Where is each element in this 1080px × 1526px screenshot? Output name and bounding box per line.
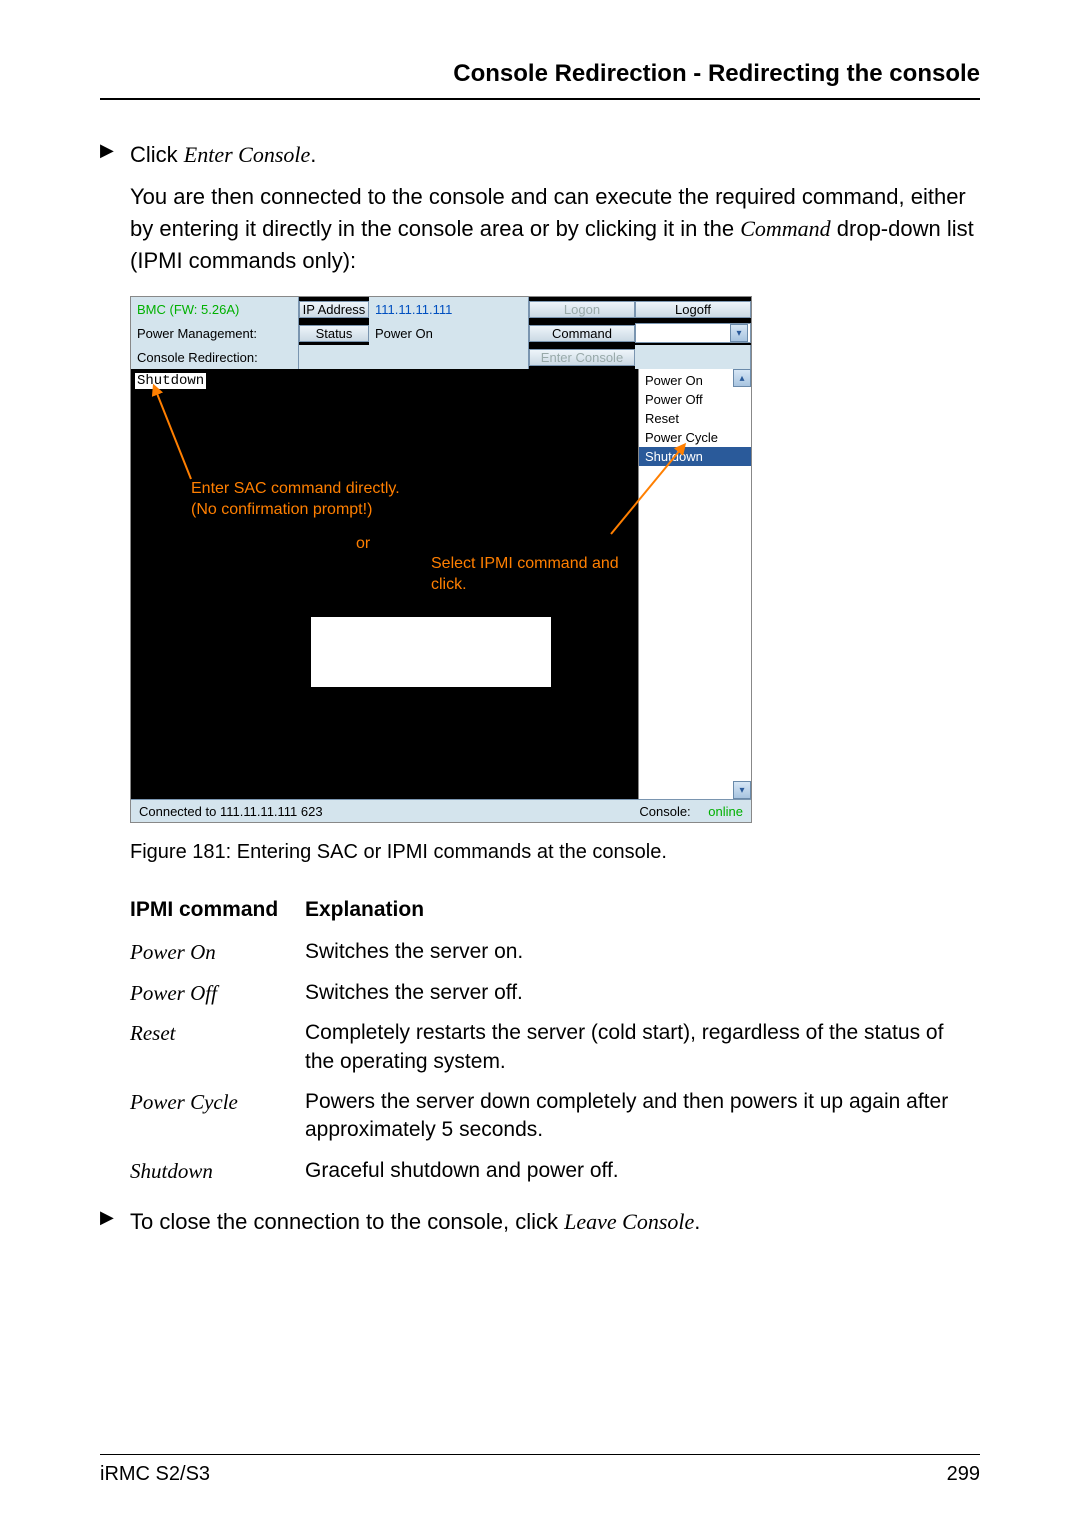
annotation-or: or [356, 534, 370, 555]
table-row: Power OffSwitches the server off. [130, 973, 980, 1013]
table-row: Power OnSwitches the server on. [130, 932, 980, 972]
exp-cell: Completely restarts the server (cold sta… [305, 1013, 980, 1082]
table-row: Power CyclePowers the server down comple… [130, 1082, 980, 1151]
action-name: Enter Console [184, 142, 311, 167]
power-mgmt-label: Power Management: [131, 321, 299, 345]
annot-line: click. [431, 575, 619, 596]
table-row: ShutdownGraceful shutdown and power off. [130, 1151, 980, 1191]
console-screenshot: BMC (FW: 5.26A) IP Address 111.11.11.111… [130, 296, 752, 823]
exp-cell: Graceful shutdown and power off. [305, 1151, 980, 1191]
close-action: Leave Console [564, 1209, 694, 1234]
bmc-fw-label: BMC (FW: 5.26A) [131, 297, 299, 321]
annotation-sac: Enter SAC command directly. (No confirma… [191, 479, 400, 521]
blank-cell-2 [635, 345, 751, 369]
table-header-exp: Explanation [305, 894, 980, 932]
exp-cell: Switches the server on. [305, 932, 980, 972]
close-text: To close the connection to the console, … [130, 1209, 564, 1234]
cmd-cell: Power Off [130, 973, 305, 1013]
table-row: ResetCompletely restarts the server (col… [130, 1013, 980, 1082]
console-area[interactable]: Shutdown ▴ Power On Power Off Reset Powe… [131, 369, 751, 799]
annot-line: Select IPMI command and [431, 554, 619, 575]
status-label: Status [299, 325, 369, 342]
step-text: Click [130, 142, 184, 167]
cmd-cell: Power On [130, 932, 305, 972]
step-suffix: . [310, 142, 316, 167]
status-connection: Connected to 111.11.11.111 623 [139, 804, 323, 819]
exp-cell: Switches the server off. [305, 973, 980, 1013]
connected-paragraph: You are then connected to the console an… [130, 181, 980, 277]
cmd-cell: Reset [130, 1013, 305, 1082]
ipmi-table: IPMI command Explanation Power OnSwitche… [130, 894, 980, 1190]
cmd-cell: Shutdown [130, 1151, 305, 1191]
cmd-cell: Power Cycle [130, 1082, 305, 1151]
command-label: Command [529, 325, 635, 342]
step-close-console: ▶ To close the connection to the console… [100, 1207, 980, 1238]
page-title: Console Redirection - Redirecting the co… [100, 60, 980, 100]
figure-caption: Figure 181: Entering SAC or IPMI command… [130, 841, 980, 864]
logon-button[interactable]: Logon [529, 301, 635, 318]
blank-cell [299, 345, 529, 369]
status-console-label: Console: [639, 804, 690, 819]
console-redir-label: Console Redirection: [131, 345, 299, 369]
exp-cell: Powers the server down completely and th… [305, 1082, 980, 1151]
logoff-button[interactable]: Logoff [635, 301, 751, 318]
ip-address-value: 111.11.11.111 [369, 297, 529, 321]
status-value: Power On [369, 321, 529, 345]
table-header-cmd: IPMI command [130, 894, 305, 932]
enter-console-button[interactable]: Enter Console [529, 349, 635, 366]
close-suffix: . [694, 1209, 700, 1234]
para-b: Command [740, 216, 830, 241]
annotation-ipmi: Select IPMI command and click. [431, 554, 619, 596]
annot-line: (No confirmation prompt!) [191, 500, 400, 521]
footer-product: iRMC S2/S3 [100, 1463, 210, 1486]
tooltip-box [311, 617, 551, 687]
footer-page-number: 299 [947, 1463, 980, 1486]
ip-address-label: IP Address [299, 301, 369, 318]
annot-line: Enter SAC command directly. [191, 479, 400, 500]
bullet-icon: ▶ [100, 140, 130, 171]
status-bar: Connected to 111.11.11.111 623 Console: … [131, 799, 751, 822]
status-console-value: online [708, 804, 743, 819]
page-footer: iRMC S2/S3 299 [100, 1454, 980, 1486]
step-click-enter: ▶ Click Enter Console. [100, 140, 980, 171]
command-dropdown[interactable]: ▾ [635, 323, 751, 343]
bullet-icon: ▶ [100, 1207, 130, 1238]
chevron-down-icon[interactable]: ▾ [730, 324, 748, 342]
